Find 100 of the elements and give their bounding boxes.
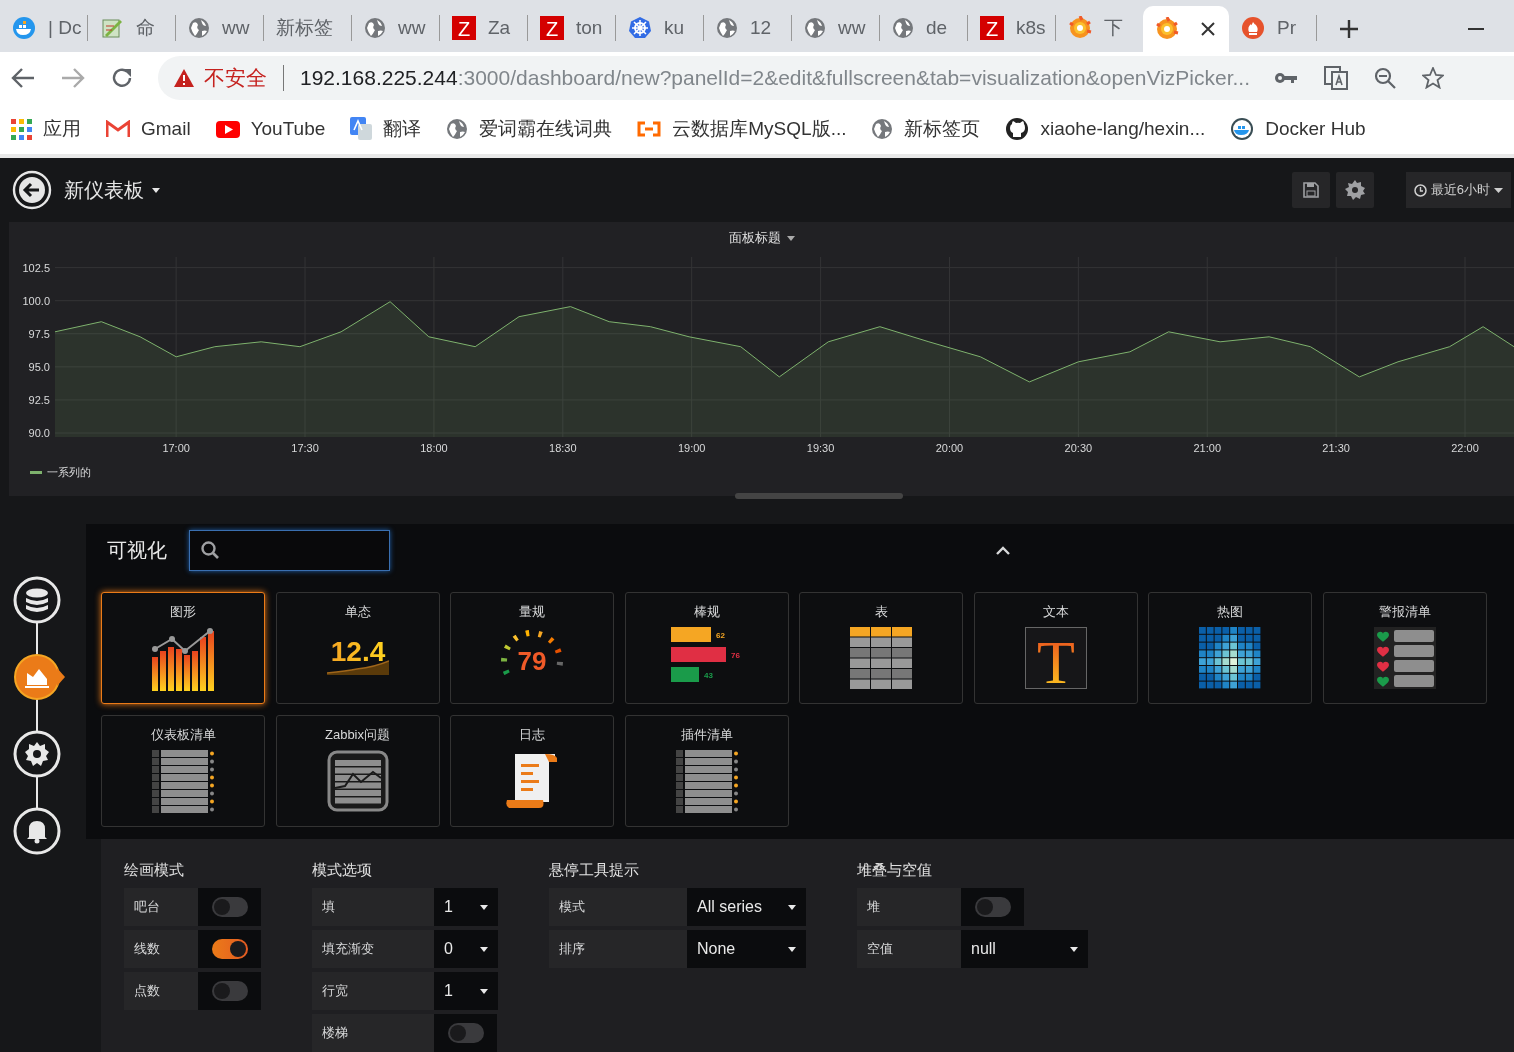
- option-label: 吧台: [124, 888, 198, 926]
- bookmark[interactable]: 新标签页: [871, 116, 981, 142]
- star-icon[interactable]: [1422, 67, 1444, 89]
- dropdown[interactable]: 1: [434, 972, 498, 1010]
- dropdown[interactable]: All series: [687, 888, 806, 926]
- dropdown[interactable]: null: [961, 930, 1088, 968]
- section-heading: 模式选项: [312, 861, 373, 879]
- resize-handle[interactable]: [735, 493, 903, 499]
- heatmap-icon: [1199, 627, 1261, 689]
- option-label: 线数: [124, 930, 198, 968]
- browser-tab[interactable]: ku: [616, 8, 703, 48]
- chart-icon: [13, 653, 67, 701]
- bookmark[interactable]: 爱词霸在线词典: [446, 116, 613, 142]
- visualization-card[interactable]: 警报清单: [1322, 592, 1487, 704]
- visualization-card[interactable]: 量规 79: [450, 592, 614, 704]
- caret-icon: [1070, 946, 1078, 952]
- key-icon[interactable]: [1274, 71, 1298, 85]
- visualization-card[interactable]: 图形: [101, 592, 265, 704]
- visualization-card[interactable]: 单态 12.4: [275, 592, 440, 704]
- close-icon[interactable]: [1201, 22, 1215, 36]
- toggle-switch[interactable]: [447, 1023, 484, 1043]
- translate-icon[interactable]: [1324, 66, 1348, 90]
- caret-icon: [788, 946, 796, 952]
- browser-tab[interactable]: de: [880, 8, 967, 48]
- whale-icon: [12, 16, 36, 40]
- visualization-card[interactable]: 仪表板清单: [101, 715, 265, 827]
- bookmark[interactable]: 应用: [11, 116, 81, 142]
- visualization-card[interactable]: 日志: [450, 715, 614, 827]
- visualization-card[interactable]: Zabbix问题: [275, 715, 440, 827]
- toggle-switch[interactable]: [211, 939, 248, 959]
- settings-button[interactable]: [1335, 172, 1374, 208]
- caret-icon: [788, 904, 796, 910]
- caret-icon: [152, 187, 160, 193]
- bar-gauge-drawing: 62 76 43: [670, 627, 743, 682]
- browser-tab[interactable]: ww: [176, 8, 263, 48]
- stat-drawing: 12.4: [326, 627, 389, 675]
- search-field[interactable]: [189, 529, 390, 571]
- browser-tab[interactable]: Z Za: [440, 8, 527, 48]
- globe-icon: [364, 17, 386, 39]
- globe-icon: [871, 118, 894, 140]
- settings-icon: [1344, 180, 1365, 200]
- translate-icon: [350, 117, 373, 141]
- zoom-out-icon[interactable]: [1374, 67, 1396, 89]
- axis-label: 19:00: [677, 442, 706, 454]
- visualization-card[interactable]: 文本 T: [973, 592, 1138, 704]
- browser-tab[interactable]: 12: [704, 8, 791, 48]
- browser-tab[interactable]: ww: [792, 8, 879, 48]
- browser-tab[interactable]: Pr: [1229, 8, 1316, 48]
- browser-tab[interactable]: | Dc: [0, 8, 87, 48]
- bookmark[interactable]: xiaohe-lang/hexin...: [1005, 117, 1206, 141]
- option-label: 填充渐变: [312, 930, 434, 968]
- swirl-icon: [1155, 17, 1179, 41]
- visualization-card[interactable]: 棒规 62 76 43: [624, 592, 789, 704]
- bar-line-chart-icon: [150, 627, 216, 691]
- option-label: 模式: [549, 888, 687, 926]
- dropdown[interactable]: 1: [434, 888, 498, 926]
- security-label: 不安全: [204, 65, 267, 91]
- visualization-card[interactable]: 插件清单: [624, 715, 789, 827]
- legend-label[interactable]: 一系列的: [47, 465, 91, 480]
- axis-label: 90.0: [28, 427, 50, 440]
- bell-icon: [13, 807, 61, 855]
- toggle-switch[interactable]: [211, 981, 248, 1001]
- browser-tab[interactable]: 命: [88, 8, 175, 48]
- settings-icon: [13, 730, 61, 778]
- visualization-card[interactable]: 热图: [1148, 592, 1312, 704]
- browser-tab[interactable]: Z k8s: [968, 8, 1055, 48]
- dashboard-title[interactable]: 新仪表板: [64, 176, 160, 204]
- envelope-icon: [106, 120, 130, 138]
- list-icon: [675, 750, 738, 814]
- new-tab-icon[interactable]: [1339, 19, 1359, 39]
- bookmark[interactable]: YouTube: [215, 118, 326, 140]
- time-range-picker[interactable]: 最近6小时: [1405, 172, 1511, 208]
- address-bar[interactable]: 不安全 192.168.225.244:3000/dashboard/new?panelId=2&edit&fullscreen&tab=visualization&openVizPicker...: [158, 56, 1514, 100]
- axis-label: 102.5: [22, 261, 50, 274]
- toggle-switch[interactable]: [974, 897, 1011, 917]
- axis-label: 22:00: [1451, 442, 1479, 454]
- dropdown[interactable]: 0: [434, 930, 498, 968]
- axis-label: 20:30: [1064, 442, 1093, 454]
- bookmark[interactable]: 云数据库MySQL版...: [637, 116, 847, 142]
- panel-title[interactable]: 面板标题: [722, 228, 801, 248]
- reload-icon[interactable]: [110, 66, 134, 90]
- browser-tab[interactable]: 下: [1056, 8, 1143, 48]
- save-button[interactable]: [1291, 172, 1330, 208]
- bookmark[interactable]: 翻译: [350, 116, 422, 142]
- collapse-icon[interactable]: [996, 545, 1010, 555]
- browser-tab[interactable]: ww: [352, 8, 439, 48]
- back-icon[interactable]: [12, 170, 52, 210]
- section-heading: 绘画模式: [124, 861, 185, 879]
- dropdown[interactable]: None: [687, 930, 806, 968]
- axis-label: 18:00: [420, 442, 448, 454]
- toggle-switch[interactable]: [211, 897, 248, 917]
- visualization-card[interactable]: 表: [799, 592, 963, 704]
- bookmark[interactable]: Docker Hub: [1230, 117, 1366, 141]
- bookmark[interactable]: Gmail: [106, 118, 191, 140]
- browser-tab[interactable]: 新标签: [264, 8, 351, 48]
- text-drawing: T: [1024, 627, 1087, 689]
- dropdown-value: All series: [697, 898, 762, 916]
- search-icon: [201, 541, 219, 559]
- list-icon: [152, 750, 214, 814]
- browser-tab[interactable]: Z ton: [528, 8, 615, 48]
